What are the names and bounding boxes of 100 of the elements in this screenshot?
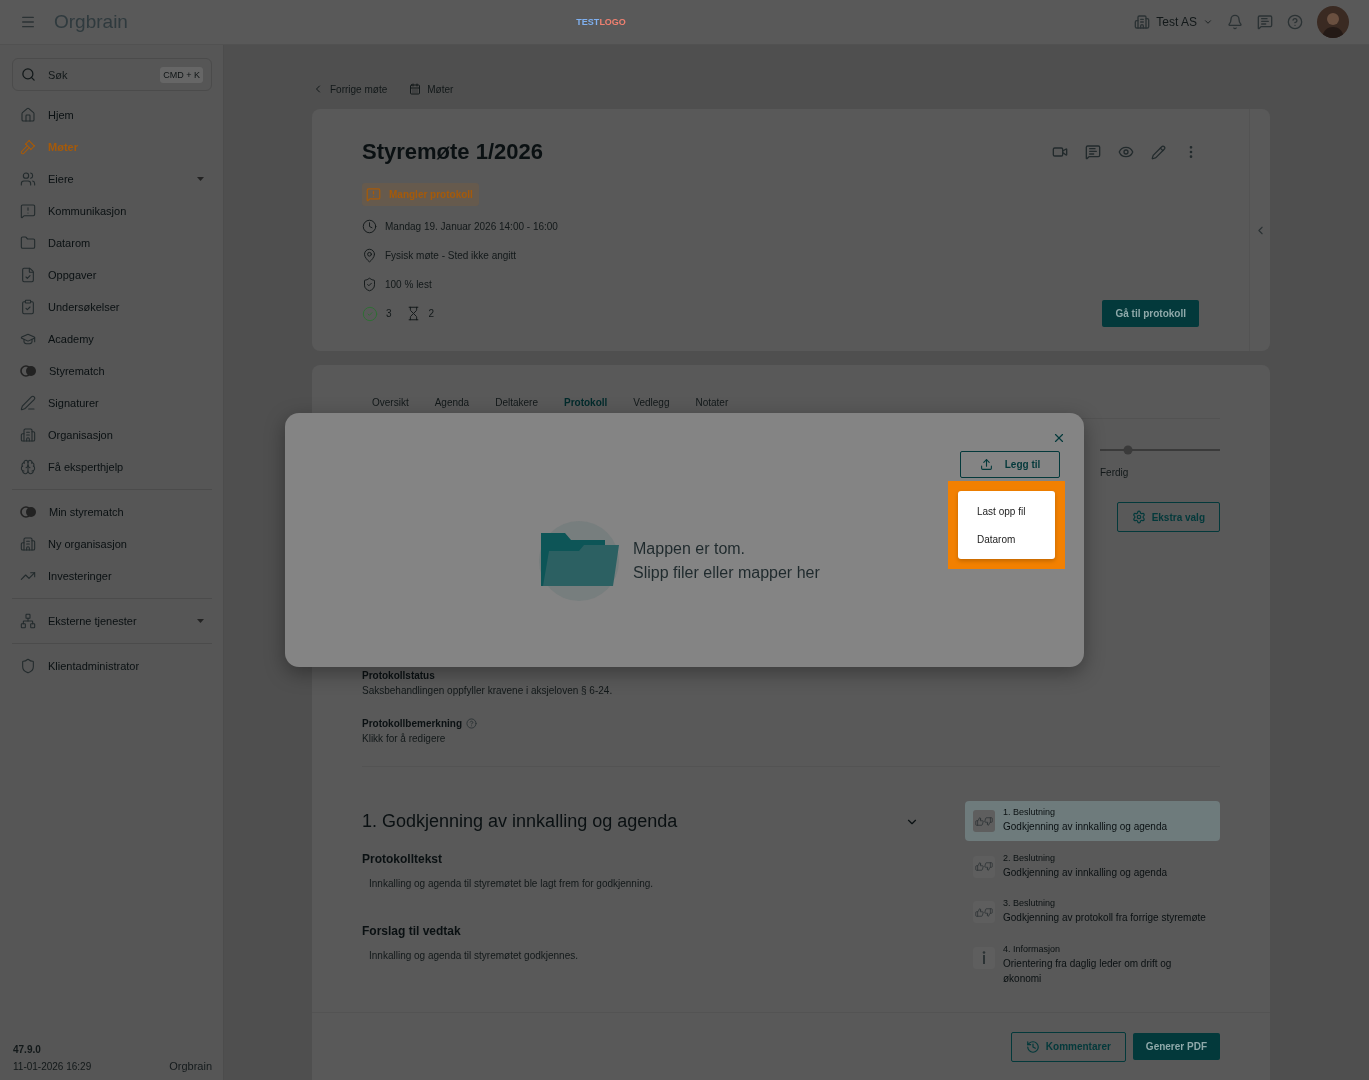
section-text: Innkalling og agenda til styremøtet ble lagt frem for godkjenning. (369, 878, 655, 889)
folder-icon (539, 521, 621, 601)
video-icon[interactable] (1052, 144, 1068, 160)
tab[interactable]: Deltakere (495, 393, 538, 418)
folder-icon (20, 235, 36, 251)
field-text[interactable]: Klikk for å redigere (362, 733, 1220, 744)
detail-text: Fysisk møte - Sted ikke angitt (385, 250, 517, 261)
sidebar-item[interactable]: Hjem (12, 99, 212, 131)
field-label: Protokollstatus (362, 670, 436, 681)
pencil-icon[interactable] (1151, 144, 1166, 160)
sidebar-item[interactable]: Kommunikasjon (12, 195, 212, 227)
meeting-title: Styremøte 1/2026 (362, 139, 544, 165)
brain-icon (20, 459, 36, 475)
accepted-count: 3 (386, 308, 392, 319)
avatar[interactable] (1317, 6, 1349, 38)
sidebar-item[interactable]: Signaturer (12, 387, 212, 419)
graduation-cap-icon (20, 331, 36, 347)
status-badge: Mangler protokoll (362, 183, 479, 206)
section-heading: Protokolltekst (362, 852, 443, 866)
menu-icon[interactable] (20, 14, 36, 30)
sidebar-item[interactable]: Undersøkelser (12, 291, 212, 323)
building-icon (20, 427, 36, 443)
check-circle-icon (362, 305, 378, 322)
info-icon (973, 946, 995, 969)
empty-title: Mappen er tom. (633, 539, 747, 559)
history-icon (1025, 1039, 1040, 1054)
go-to-protocol-button[interactable]: Gå til protokoll (1102, 300, 1199, 327)
breadcrumb-link[interactable]: Møter (409, 83, 454, 95)
sidebar-item[interactable]: Eksterne tjenester (12, 605, 212, 637)
sidebar-item[interactable]: Investeringer (12, 560, 212, 592)
tab[interactable]: Oversikt (372, 393, 409, 418)
step-label: Ferdig (1100, 467, 1129, 478)
detail-text: Mandag 19. Januar 2026 14:00 - 16:00 (385, 221, 558, 232)
sidebar-item[interactable]: Organisasjon (12, 419, 212, 451)
eye-icon[interactable] (1118, 144, 1134, 160)
menu-item[interactable]: Datarom (958, 525, 1055, 553)
upload-icon (979, 458, 993, 471)
thumbs-icon (973, 810, 995, 832)
search-input[interactable]: Søk (48, 68, 149, 81)
field-label: Protokollbemerkning (362, 718, 462, 729)
empty-hint: Slipp filer eller mapper her (633, 563, 820, 583)
sidebar-item[interactable]: Academy (12, 323, 212, 355)
help-icon[interactable] (1287, 14, 1303, 30)
circles-icon (20, 365, 37, 377)
caret-icon (197, 177, 204, 181)
sidebar-item[interactable]: Oppgaver (12, 259, 212, 291)
menu-item[interactable]: Last opp fil (958, 497, 1055, 525)
map-pin-icon (362, 248, 377, 263)
sidebar-item[interactable]: Møter (12, 131, 212, 163)
organization-switcher[interactable]: Test AS (1134, 14, 1213, 30)
extra-options-button[interactable]: Ekstra valg (1116, 502, 1220, 532)
sidebar-item[interactable]: Eiere (12, 163, 212, 195)
sidebar-item[interactable]: Få eksperthjelp (12, 451, 212, 483)
building-icon (1134, 14, 1151, 30)
sidebar-item[interactable]: Styrematch (12, 355, 212, 387)
search-icon (21, 67, 36, 82)
close-button[interactable] (1052, 431, 1066, 445)
agenda-list-item[interactable]: 3. Beslutning Godkjenning av protokoll fra forrige styremøte (965, 892, 1220, 932)
tab[interactable]: Vedlegg (633, 393, 670, 418)
thumbs-icon (973, 901, 995, 923)
circles-icon (20, 506, 37, 518)
timestamp-text: 11-01-2026 16:29 (13, 1061, 93, 1072)
help-icon[interactable] (466, 718, 477, 729)
section-heading: Forslag til vedtak (362, 924, 462, 938)
message-alert-icon (20, 203, 36, 219)
clock-icon (362, 219, 377, 234)
people-icon (20, 171, 36, 187)
shortcut-hint: CMD + K (160, 66, 203, 83)
footer-logo: Orgbrain (169, 1060, 212, 1072)
thumbs-icon (973, 855, 995, 878)
generate-pdf-button[interactable]: Generer PDF (1132, 1033, 1220, 1060)
shield-icon (20, 658, 36, 674)
breadcrumb-link[interactable]: Forrige møte (312, 83, 388, 95)
home-icon (20, 107, 36, 123)
pending-count: 2 (428, 308, 435, 319)
section-text: Innkalling og agenda til styremøtet godkjennes. (369, 950, 579, 961)
chat-icon[interactable] (1257, 14, 1273, 30)
agenda-list-item[interactable]: 1. Beslutning Godkjenning av innkalling og agenda (965, 801, 1220, 841)
center-logo-text: TEST (576, 17, 600, 27)
sidebar-item[interactable]: Klientadministrator (12, 650, 212, 682)
sidebar-item[interactable]: Ny organisasjon (12, 528, 212, 560)
building-icon (20, 536, 36, 552)
agenda-item-title: 1. Godkjenning av innkalling og agenda (362, 811, 679, 832)
tab[interactable]: Notater (695, 393, 729, 418)
clipboard-check-icon (20, 299, 36, 315)
center-logo-text: LOGO (599, 17, 626, 27)
gavel-icon (20, 139, 36, 155)
search-field[interactable]: Søk CMD + K (12, 58, 212, 91)
agenda-list-item[interactable]: 2. Beslutning Godkjenning av innkalling og agenda (965, 846, 1220, 886)
detail-text: 100 % lest (385, 279, 432, 290)
agenda-list-item[interactable]: 4. Informasjon Orientering fra daglig leder om drift og økonomi (965, 937, 1220, 993)
caret-icon (197, 619, 204, 623)
bell-icon[interactable] (1227, 14, 1243, 30)
sidebar-item[interactable]: Datarom (12, 227, 212, 259)
add-button[interactable]: Legg til (960, 451, 1060, 478)
tab[interactable]: Agenda (434, 393, 470, 418)
comment-icon[interactable] (1085, 144, 1101, 160)
comments-button[interactable]: Kommentarer (1010, 1031, 1126, 1062)
document-check-icon (20, 267, 36, 283)
sidebar-item[interactable]: Min styrematch (12, 496, 212, 528)
